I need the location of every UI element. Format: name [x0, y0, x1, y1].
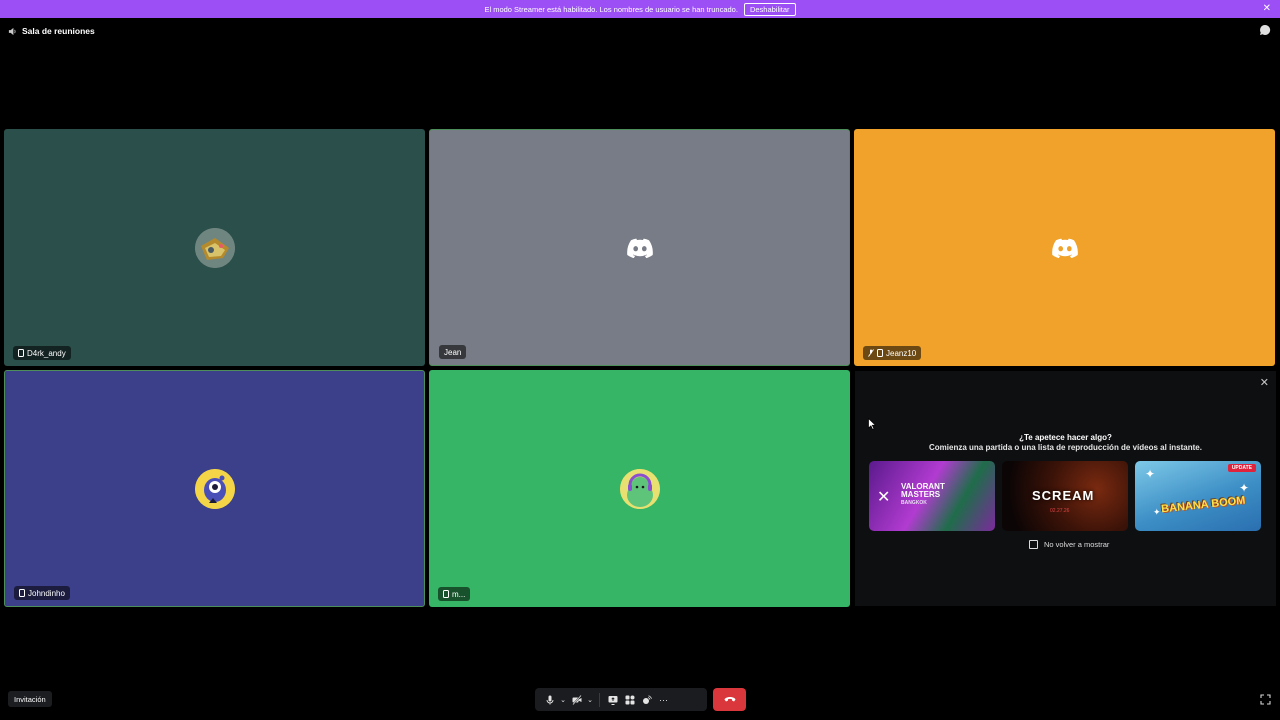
avatar: [194, 227, 235, 268]
activity-cards: ✕ VALORANT MASTERS BANGKOK SCREAM 02.27.…: [869, 461, 1261, 531]
activity-subtitle: Comienza una partida o una lista de repr…: [929, 443, 1202, 452]
mobile-icon: [877, 349, 883, 357]
participant-tile-johndinho[interactable]: Johndinho: [4, 370, 425, 607]
update-badge: UPDATE: [1227, 464, 1256, 472]
star-icon: ✦: [1145, 467, 1156, 481]
dont-show-checkbox[interactable]: [1029, 540, 1038, 549]
activity-card-banana-boom[interactable]: ✦ ✦ ✦ BANANA BOOM UPDATE: [1135, 461, 1261, 531]
streamer-mode-banner: El modo Streamer está habilitado. Los no…: [0, 0, 1280, 18]
participant-nametag: m...: [438, 587, 471, 601]
microphone-options-chevron-down-icon[interactable]: ⌄: [558, 691, 568, 708]
banner-text: El modo Streamer está habilitado. Los no…: [484, 4, 738, 14]
activity-suggestion-panel: ✕ ¿Te apetece hacer algo? Comienza una p…: [855, 371, 1276, 606]
participant-nametag: Jean: [439, 345, 467, 359]
card-line-2: MASTERS: [901, 490, 941, 499]
chat-icon[interactable]: [1259, 24, 1271, 36]
more-options-icon[interactable]: ···: [655, 691, 672, 708]
participant-nametag: D4rk_andy: [13, 346, 71, 360]
avatar: [619, 468, 660, 509]
card-title: VALORANT MASTERS BANGKOK: [901, 483, 945, 507]
disable-streamer-button[interactable]: Deshabilitar: [743, 2, 796, 16]
soundboard-icon: [642, 694, 652, 704]
participant-tile-d4rk-andy[interactable]: D4rk_andy: [4, 129, 425, 366]
dont-show-label: No volver a mostrar: [1044, 540, 1110, 549]
channel-name: Sala de reuniones: [22, 26, 95, 36]
valorant-logo-icon: ✕: [877, 489, 891, 506]
activity-card-scream[interactable]: SCREAM 02.27.26: [1002, 461, 1128, 531]
microphone-button[interactable]: [541, 691, 558, 708]
card-title: SCREAM: [1032, 488, 1095, 503]
speaker-icon: [8, 27, 16, 35]
star-icon: ✦: [1153, 507, 1161, 517]
participant-tile-m[interactable]: m...: [429, 370, 850, 607]
card-title: BANANA BOOM: [1160, 494, 1246, 516]
participant-nametag: Jeanz10: [863, 346, 922, 360]
disconnect-button[interactable]: [713, 688, 746, 711]
card-date: 02.27.26: [1050, 508, 1070, 514]
participant-name: Jean: [444, 347, 462, 357]
avatar: [194, 468, 235, 509]
discord-logo-icon: [626, 238, 653, 258]
camera-options-chevron-down-icon[interactable]: ⌄: [585, 691, 595, 708]
screen-share-icon: [608, 695, 617, 705]
participant-name: m...: [452, 589, 466, 599]
discord-logo-icon: [1051, 238, 1078, 258]
activity-close-icon[interactable]: ✕: [1260, 376, 1269, 389]
microphone-icon: [546, 695, 553, 704]
call-controls: ⌄ ⌄ ···: [535, 688, 707, 711]
screen-share-button[interactable]: [604, 691, 621, 708]
soundboard-button[interactable]: [638, 691, 655, 708]
channel-header: Sala de reuniones: [8, 24, 95, 38]
mobile-icon: [443, 590, 449, 598]
camera-button[interactable]: [568, 691, 585, 708]
card-line-3: BANGKOK: [901, 500, 927, 506]
activity-title: ¿Te apetece hacer algo?: [1019, 433, 1112, 442]
participant-name: D4rk_andy: [27, 348, 66, 358]
activities-button[interactable]: [621, 691, 638, 708]
star-icon: ✦: [1239, 481, 1250, 495]
mobile-icon: [19, 589, 25, 597]
mobile-icon: [18, 349, 24, 357]
participant-tile-jean[interactable]: Jean: [429, 129, 850, 366]
activity-card-valorant[interactable]: ✕ VALORANT MASTERS BANGKOK: [869, 461, 995, 531]
participant-tile-jeanz10[interactable]: Jeanz10: [854, 129, 1275, 366]
dont-show-again[interactable]: No volver a mostrar: [1029, 540, 1109, 549]
participant-name: Johndinho: [28, 588, 65, 598]
muted-mic-icon: [868, 349, 874, 357]
invite-button[interactable]: Invitación: [8, 691, 52, 707]
camera-off-icon: [571, 694, 582, 705]
activities-icon: [625, 695, 634, 704]
participant-name: Jeanz10: [886, 348, 917, 358]
banner-close-icon[interactable]: ✕: [1263, 3, 1271, 15]
participant-nametag: Johndinho: [14, 586, 70, 600]
divider: [599, 692, 600, 707]
hang-up-icon: [724, 697, 735, 702]
fullscreen-icon[interactable]: [1260, 694, 1271, 705]
mouse-cursor-icon: [868, 418, 876, 430]
